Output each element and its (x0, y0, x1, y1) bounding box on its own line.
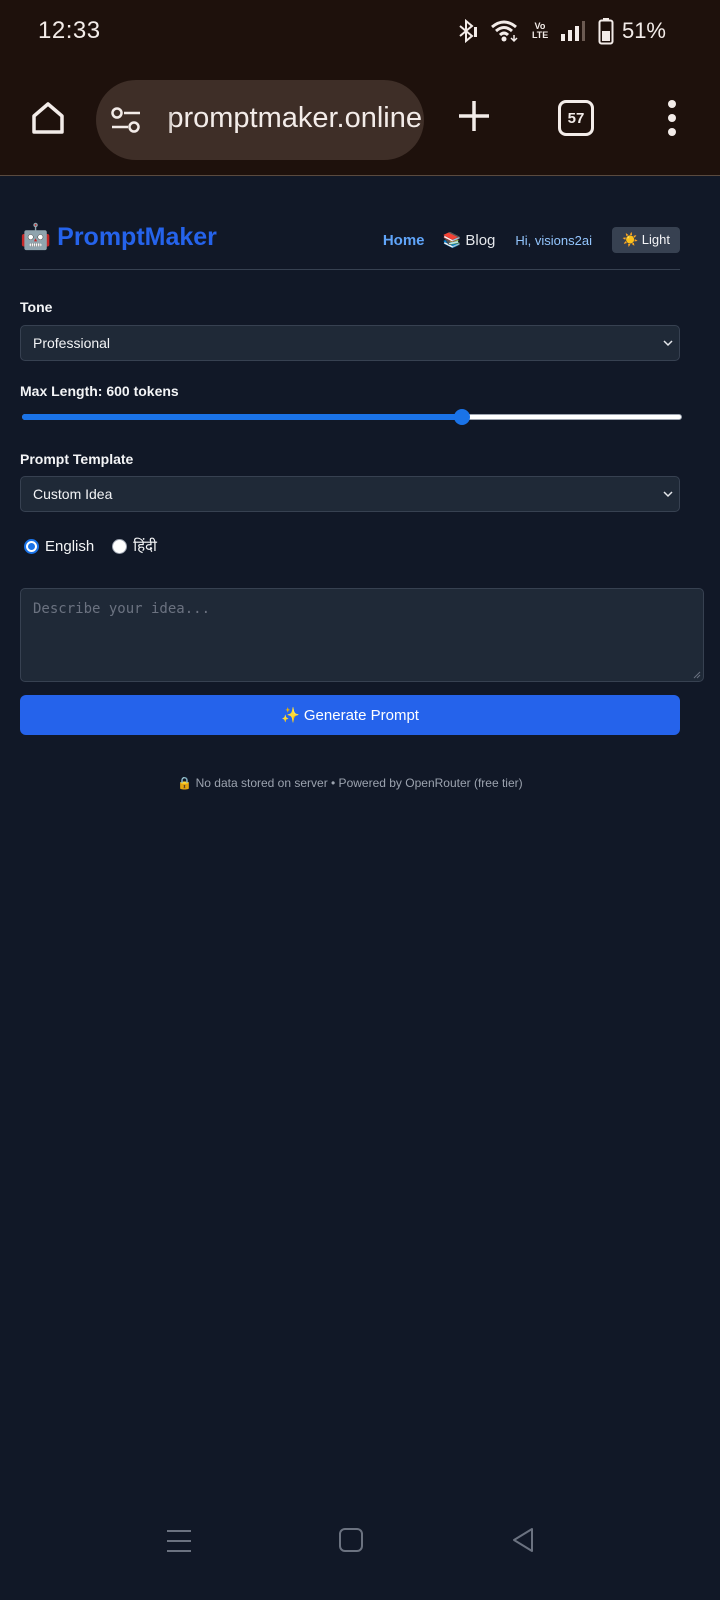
home-icon[interactable] (28, 98, 68, 138)
url-text: promptmaker.online (167, 102, 422, 134)
site-settings-icon[interactable] (110, 106, 142, 134)
url-bar[interactable]: promptmaker.online (96, 80, 424, 160)
radio-hindi[interactable] (112, 538, 128, 554)
browser-toolbar: promptmaker.online 57 (0, 66, 720, 176)
status-icons: Vo LTE 51% (456, 16, 666, 46)
template-select[interactable]: Custom Idea (20, 476, 680, 512)
new-tab-icon[interactable] (456, 98, 492, 134)
tone-select[interactable]: Professional (20, 325, 680, 361)
robot-icon: 🤖 (20, 223, 52, 251)
battery-icon (598, 18, 614, 45)
max-length-slider[interactable] (20, 409, 684, 425)
slider-thumb[interactable] (454, 409, 471, 425)
nav-blog-link[interactable]: 📚 Blog (443, 231, 496, 249)
back-icon[interactable] (510, 1526, 536, 1554)
bluetooth-icon (459, 19, 477, 43)
url-fade (150, 80, 174, 160)
generate-prompt-button[interactable]: ✨ Generate Prompt (20, 695, 680, 735)
battery-percent: 51% (621, 18, 666, 43)
chevron-down-icon (663, 340, 673, 347)
tabs-icon[interactable]: 57 (558, 100, 594, 136)
brand-logo[interactable]: 🤖 PromptMaker (20, 223, 217, 252)
tone-label: Tone (20, 299, 53, 315)
status-bar: 12:33 Vo LTE 51% (0, 0, 720, 66)
language-radios: English हिंदी (24, 534, 175, 558)
home-button-icon[interactable] (339, 1528, 363, 1552)
idea-textarea[interactable]: Describe your idea... (20, 588, 704, 682)
menu-icon[interactable] (660, 98, 684, 138)
template-select-value: Custom Idea (33, 486, 113, 502)
template-label: Prompt Template (20, 451, 134, 467)
volte-icon: Vo LTE (531, 21, 549, 40)
signal-icon (560, 21, 585, 41)
chevron-down-icon (663, 491, 673, 498)
slider-fill (22, 414, 463, 420)
site-nav: Home 📚 Blog Hi, visions2ai ☀️ Light (383, 226, 680, 254)
tone-select-value: Professional (33, 335, 111, 351)
idea-placeholder: Describe your idea... (33, 601, 211, 617)
nav-home-link[interactable]: Home (383, 232, 425, 249)
theme-toggle-button[interactable]: ☀️ Light (612, 227, 680, 253)
brand-name: PromptMaker (57, 223, 217, 251)
footer-note: 🔒 No data stored on server • Powered by … (177, 776, 523, 790)
site-header: 🤖 PromptMaker Home 📚 Blog Hi, visions2ai … (20, 218, 680, 270)
radio-hindi-label[interactable]: हिंदी (133, 536, 157, 556)
radio-english-label[interactable]: English (45, 538, 94, 555)
wifi-icon (490, 20, 518, 43)
user-greeting[interactable]: Hi, visions2ai (515, 233, 592, 248)
status-time: 12:33 (38, 17, 101, 44)
max-length-label: Max Length: 600 tokens (20, 383, 179, 399)
radio-english[interactable] (24, 538, 39, 554)
resize-grip-icon[interactable] (693, 671, 701, 679)
system-nav-bar (0, 1510, 720, 1600)
recents-icon[interactable] (166, 1528, 192, 1554)
